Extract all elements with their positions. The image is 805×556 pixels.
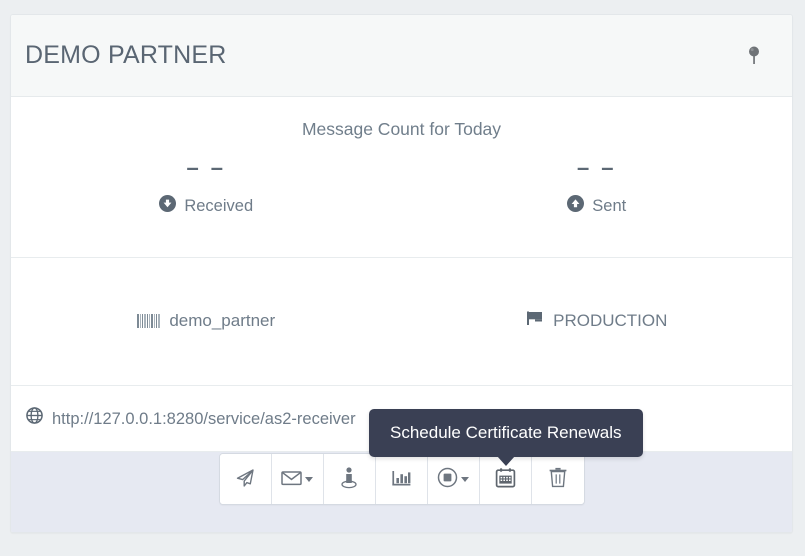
partner-id-block: demo_partner — [11, 310, 402, 333]
tooltip: Schedule Certificate Renewals — [369, 409, 643, 466]
page-title: DEMO PARTNER — [25, 41, 227, 69]
partner-id-item: demo_partner — [137, 310, 275, 332]
calendar-icon — [495, 467, 516, 491]
paper-plane-icon — [234, 467, 256, 492]
endpoint-item: http://127.0.0.1:8280/service/as2-receiv… — [26, 407, 356, 430]
arrow-circle-down-icon — [159, 195, 177, 217]
certificates-button[interactable] — [323, 454, 376, 504]
status-menu-button[interactable] — [427, 454, 480, 504]
received-count-label: Received — [184, 197, 254, 215]
barcode-icon — [137, 314, 161, 328]
sent-count-value: – – — [576, 155, 617, 180]
arrow-circle-up-icon — [567, 195, 585, 217]
partner-meta-row: demo_partner PRODUCTION — [11, 310, 792, 333]
partner-environment-value: PRODUCTION — [553, 311, 668, 330]
app-page: DEMO PARTNER Message Count for Today – – — [0, 0, 805, 556]
sent-count-label: Sent — [592, 197, 627, 215]
tooltip-text: Schedule Certificate Renewals — [390, 423, 622, 442]
bar-chart-icon — [391, 468, 412, 491]
record-circle-icon — [437, 467, 458, 491]
pushpin-button[interactable] — [742, 43, 766, 71]
globe-icon — [26, 407, 43, 430]
envelope-icon — [281, 469, 302, 489]
partner-environment-block: PRODUCTION — [402, 310, 793, 333]
partner-meta-section: demo_partner PRODUCTION — [11, 258, 792, 386]
partner-id-value: demo_partner — [169, 311, 276, 330]
partner-action-toolbar — [218, 453, 585, 505]
delete-partner-button[interactable] — [531, 454, 584, 504]
send-message-button[interactable] — [219, 454, 272, 504]
flag-icon — [526, 310, 544, 332]
message-count-row: – – Received – – Sent — [11, 155, 792, 217]
person-identity-icon — [338, 466, 360, 493]
message-count-section: Message Count for Today – – Received – –… — [11, 97, 792, 258]
sent-count-block: – – Sent — [402, 155, 793, 217]
card-footer — [11, 452, 792, 532]
received-count-block: – – Received — [11, 155, 402, 217]
received-count-label-group: Received — [159, 195, 253, 217]
received-count-value: – – — [186, 155, 227, 180]
chevron-down-icon — [305, 476, 313, 482]
card-header: DEMO PARTNER — [11, 15, 792, 97]
partner-environment-item: PRODUCTION — [526, 310, 667, 332]
tooltip-arrow-icon — [496, 456, 515, 466]
trash-icon — [548, 467, 568, 491]
pushpin-icon — [746, 45, 762, 70]
sent-count-label-group: Sent — [567, 195, 626, 217]
chevron-down-icon — [461, 476, 469, 482]
message-count-title: Message Count for Today — [301, 119, 502, 139]
endpoint-url[interactable]: http://127.0.0.1:8280/service/as2-receiv… — [52, 408, 356, 430]
message-menu-button[interactable] — [271, 454, 324, 504]
statistics-button[interactable] — [375, 454, 428, 504]
